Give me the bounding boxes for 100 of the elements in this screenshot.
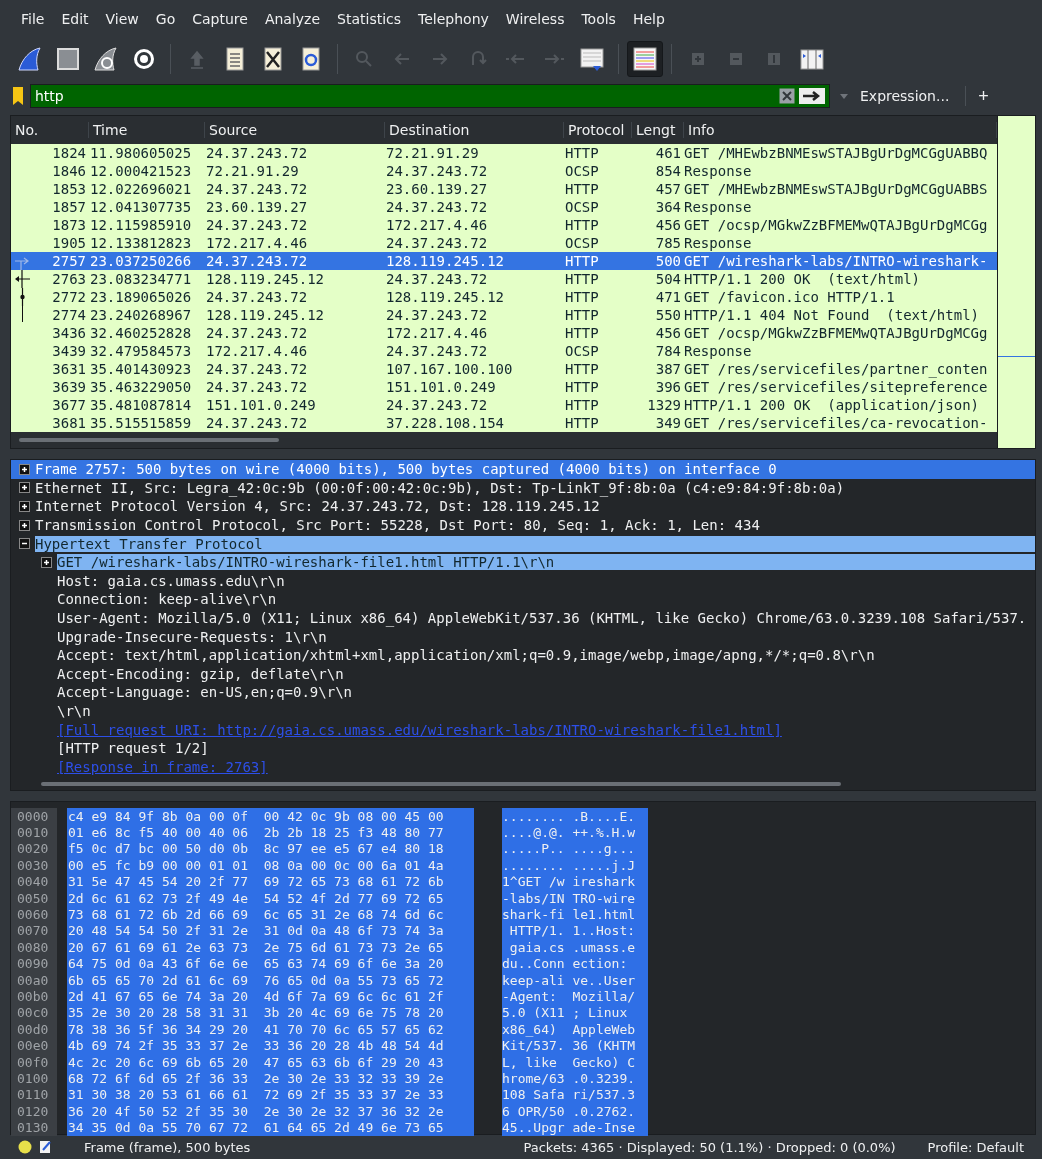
column-header[interactable]: Destination: [385, 122, 564, 138]
packet-time: 23.037250266: [89, 253, 193, 269]
packet-info: GET /MHEwbzBNMEswSTAJBgUrDgMCGgUABBS: [684, 181, 989, 197]
column-header[interactable]: Lengt: [632, 122, 684, 138]
expander-icon[interactable]: [19, 519, 30, 531]
packet-time: 12.022696021: [89, 181, 193, 197]
packet-row[interactable]: 1857 12.041307735 23.60.139.27 24.37.243.72 OCSP 364 Response: [11, 198, 997, 216]
caret-icon[interactable]: [840, 93, 848, 99]
detail-field[interactable]: Accept-Language: en-US,en;q=0.9\r\n: [57, 684, 352, 701]
menu-item[interactable]: Capture: [192, 11, 248, 27]
packet-row[interactable]: 3639 35.463229050 24.37.243.72 151.101.0.249 HTTP 396 GET /res/servicefiles/sitepreference: [11, 378, 997, 396]
detail-field[interactable]: [HTTP request 1/2]: [57, 740, 209, 757]
hex-bytes: 20 67 61 69 61 2e 63 73 2e 75 6d 61 73 73 2e 65: [67, 939, 474, 956]
packet-protocol: HTTP: [564, 253, 600, 269]
byte-offset: 0080: [11, 939, 57, 956]
menu-item[interactable]: Telephony: [418, 11, 489, 27]
ascii-bytes: x86_64) AppleWeb: [502, 1021, 648, 1038]
packet-destination: 128.119.245.12: [385, 253, 505, 269]
detail-field[interactable]: Accept: text/html,application/xhtml+xml,application/xml;q=0.9,image/webp,image/apng,*/*;q=0.8\r\n: [57, 647, 875, 664]
colorize-icon[interactable]: [627, 41, 663, 77]
packet-protocol: HTTP: [564, 325, 600, 341]
add-filter-button[interactable]: +: [974, 85, 993, 107]
packet-time: 23.240268967: [89, 307, 193, 323]
profile-text[interactable]: Profile: Default: [927, 1139, 1024, 1155]
menu-item[interactable]: Help: [632, 11, 665, 27]
packet-length: 396: [654, 379, 682, 395]
expert-info-icon[interactable]: [18, 1140, 32, 1154]
packet-info: Response: [684, 199, 753, 215]
packet-number: 3436: [52, 325, 86, 341]
packet-row[interactable]: 3677 35.481087814 151.101.0.249 24.37.243.72 HTTP 1329 HTTP/1.1 200 OK (application/json): [11, 396, 997, 414]
packet-row[interactable]: 3631 35.401430923 24.37.243.72 107.167.100.100 HTTP 387 GET /res/servicefiles/partner_conten: [11, 360, 997, 378]
horizontal-scrollbar[interactable]: [11, 432, 997, 448]
packet-info: HTTP/1.1 200 OK (text/html): [684, 271, 921, 287]
menu-item[interactable]: Tools: [581, 11, 616, 27]
menu-item[interactable]: Edit: [61, 11, 89, 27]
clear-icon[interactable]: [779, 88, 795, 104]
detail-field[interactable]: Ethernet II, Src: Legra_42:0c:9b (00:0f:00:42:0c:9b), Dst: Tp-LinkT_9f:8b:0a (c4:e9:84:9f:8b:0a): [35, 479, 845, 496]
packet-row[interactable]: 2763 23.083234771 128.119.245.12 24.37.243.72 HTTP 504 HTTP/1.1 200 OK (text/html): [11, 270, 997, 288]
packet-number: 3439: [52, 343, 86, 359]
packet-row[interactable]: 2772 23.189065026 24.37.243.72 128.119.245.12 HTTP 471 GET /favicon.ico HTTP/1.1: [11, 288, 997, 306]
packet-info: Response: [684, 235, 753, 251]
packet-row[interactable]: 1846 12.000421523 72.21.91.29 24.37.243.72 OCSP 854 Response: [11, 162, 997, 180]
packet-time: 11.980605025: [89, 145, 193, 161]
packet-length: 456: [654, 217, 682, 233]
menu-item[interactable]: View: [105, 11, 139, 27]
menu-item[interactable]: Wireless: [505, 11, 565, 27]
edit-note-icon[interactable]: [40, 1140, 52, 1154]
menu-item[interactable]: Analyze: [264, 11, 321, 27]
packet-row[interactable]: 1873 12.115985910 24.37.243.72 172.217.4.46 HTTP 456 GET /ocsp/MGkwZzBFMEMwQTAJBgUrDgMCGg: [11, 216, 997, 234]
packet-destination: 24.37.243.72: [385, 343, 489, 359]
expander-icon[interactable]: [41, 556, 52, 568]
packet-source: 128.119.245.12: [205, 271, 325, 287]
packet-source: 24.37.243.72: [205, 379, 309, 395]
detail-field[interactable]: Hypertext Transfer Protocol: [35, 535, 1035, 552]
display-filter-field[interactable]: http: [30, 84, 830, 108]
packet-row[interactable]: 1905 12.133812823 172.217.4.46 24.37.243.72 OCSP 785 Response: [11, 234, 997, 252]
ascii-bytes: ........ .....j.J: [502, 857, 648, 874]
packet-row[interactable]: 2774 23.240268967 128.119.245.12 24.37.243.72 HTTP 550 HTTP/1.1 404 Not Found (text/html): [11, 306, 997, 324]
packet-row[interactable]: 1824 11.980605025 24.37.243.72 72.21.91.29 HTTP 461 GET /MHEwbzBNMEswSTAJBgUrDgMCGgUABBQ: [11, 144, 997, 162]
packet-row[interactable]: 2757 23.037250266 24.37.243.72 128.119.245.12 HTTP 500 GET /wireshark-labs/INTRO-wireshark-: [11, 252, 997, 270]
packet-row[interactable]: 3439 32.479584573 172.217.4.46 24.37.243.72 OCSP 784 Response: [11, 342, 997, 360]
column-header[interactable]: Time: [89, 122, 205, 138]
detail-field[interactable]: Connection: keep-alive\r\n: [57, 591, 277, 608]
packet-info: HTTP/1.1 200 OK (application/json): [684, 397, 980, 413]
menu-item[interactable]: File: [21, 11, 45, 27]
column-header[interactable]: Source: [205, 122, 385, 138]
expander-icon[interactable]: [19, 482, 30, 494]
packet-info: Response: [684, 343, 753, 359]
detail-field[interactable]: Transmission Control Protocol, Src Port: 55228, Dst Port: 80, Seq: 1, Ack: 1, Len: 434: [35, 517, 760, 534]
menu-item[interactable]: Statistics: [337, 11, 402, 27]
packet-length: 550: [654, 307, 682, 323]
packet-map-scrollbar[interactable]: [997, 116, 1035, 448]
packet-row[interactable]: 3681 35.515515859 24.37.243.72 37.228.108.154 HTTP 349 GET /res/servicefiles/ca-revocation-: [11, 414, 997, 432]
packet-length: 349: [654, 415, 682, 431]
expander-icon[interactable]: [19, 501, 30, 512]
detail-field[interactable]: Internet Protocol Version 4, Src: 24.37.243.72, Dst: 128.119.245.12: [35, 498, 600, 515]
detail-field[interactable]: \r\n: [57, 703, 91, 719]
detail-field[interactable]: Accept-Encoding: gzip, deflate\r\n: [57, 665, 344, 682]
packet-row[interactable]: 3436 32.460252828 24.37.243.72 172.217.4.46 HTTP 456 GET /ocsp/MGkwZzBFMEMwQTAJBgUrDgMCGg: [11, 324, 997, 342]
packet-length: 504: [654, 271, 682, 287]
packet-length: 785: [654, 235, 682, 251]
packet-protocol: HTTP: [564, 415, 600, 431]
packet-destination: 151.101.0.249: [385, 379, 497, 395]
packet-destination: 107.167.100.100: [385, 361, 514, 377]
detail-field[interactable]: GET /wireshark-labs/INTRO-wireshark-file1.html HTTP/1.1\r\n: [57, 554, 1035, 571]
byte-offset: 0100: [11, 1070, 57, 1087]
detail-field[interactable]: Upgrade-Insecure-Requests: 1\r\n: [57, 628, 327, 645]
detail-field[interactable]: User-Agent: Mozilla/5.0 (X11; Linux x86_64) AppleWebKit/537.36 (KHTML, like Gecko) Chrome/63.0.3239.108 Safari/537.: [57, 610, 1027, 627]
expression-button[interactable]: Expression...: [854, 86, 956, 106]
column-header[interactable]: No.: [11, 122, 89, 138]
packet-source: 72.21.91.29: [205, 163, 300, 179]
bookmark-icon[interactable]: [13, 87, 23, 105]
packet-row[interactable]: 1853 12.022696021 24.37.243.72 23.60.139.27 HTTP 457 GET /MHEwbzBNMEswSTAJBgUrDgMCGgUABBS: [11, 180, 997, 198]
expander-icon[interactable]: [19, 538, 30, 550]
ascii-bytes: 6 OPR/50 .0.2762.: [502, 1103, 648, 1120]
expander-icon[interactable]: [19, 463, 30, 475]
column-header[interactable]: Protocol: [564, 122, 632, 138]
packet-protocol: HTTP: [564, 145, 600, 161]
menu-item[interactable]: Go: [155, 11, 176, 27]
detail-field[interactable]: Host: gaia.cs.umass.edu\r\n: [57, 572, 285, 589]
